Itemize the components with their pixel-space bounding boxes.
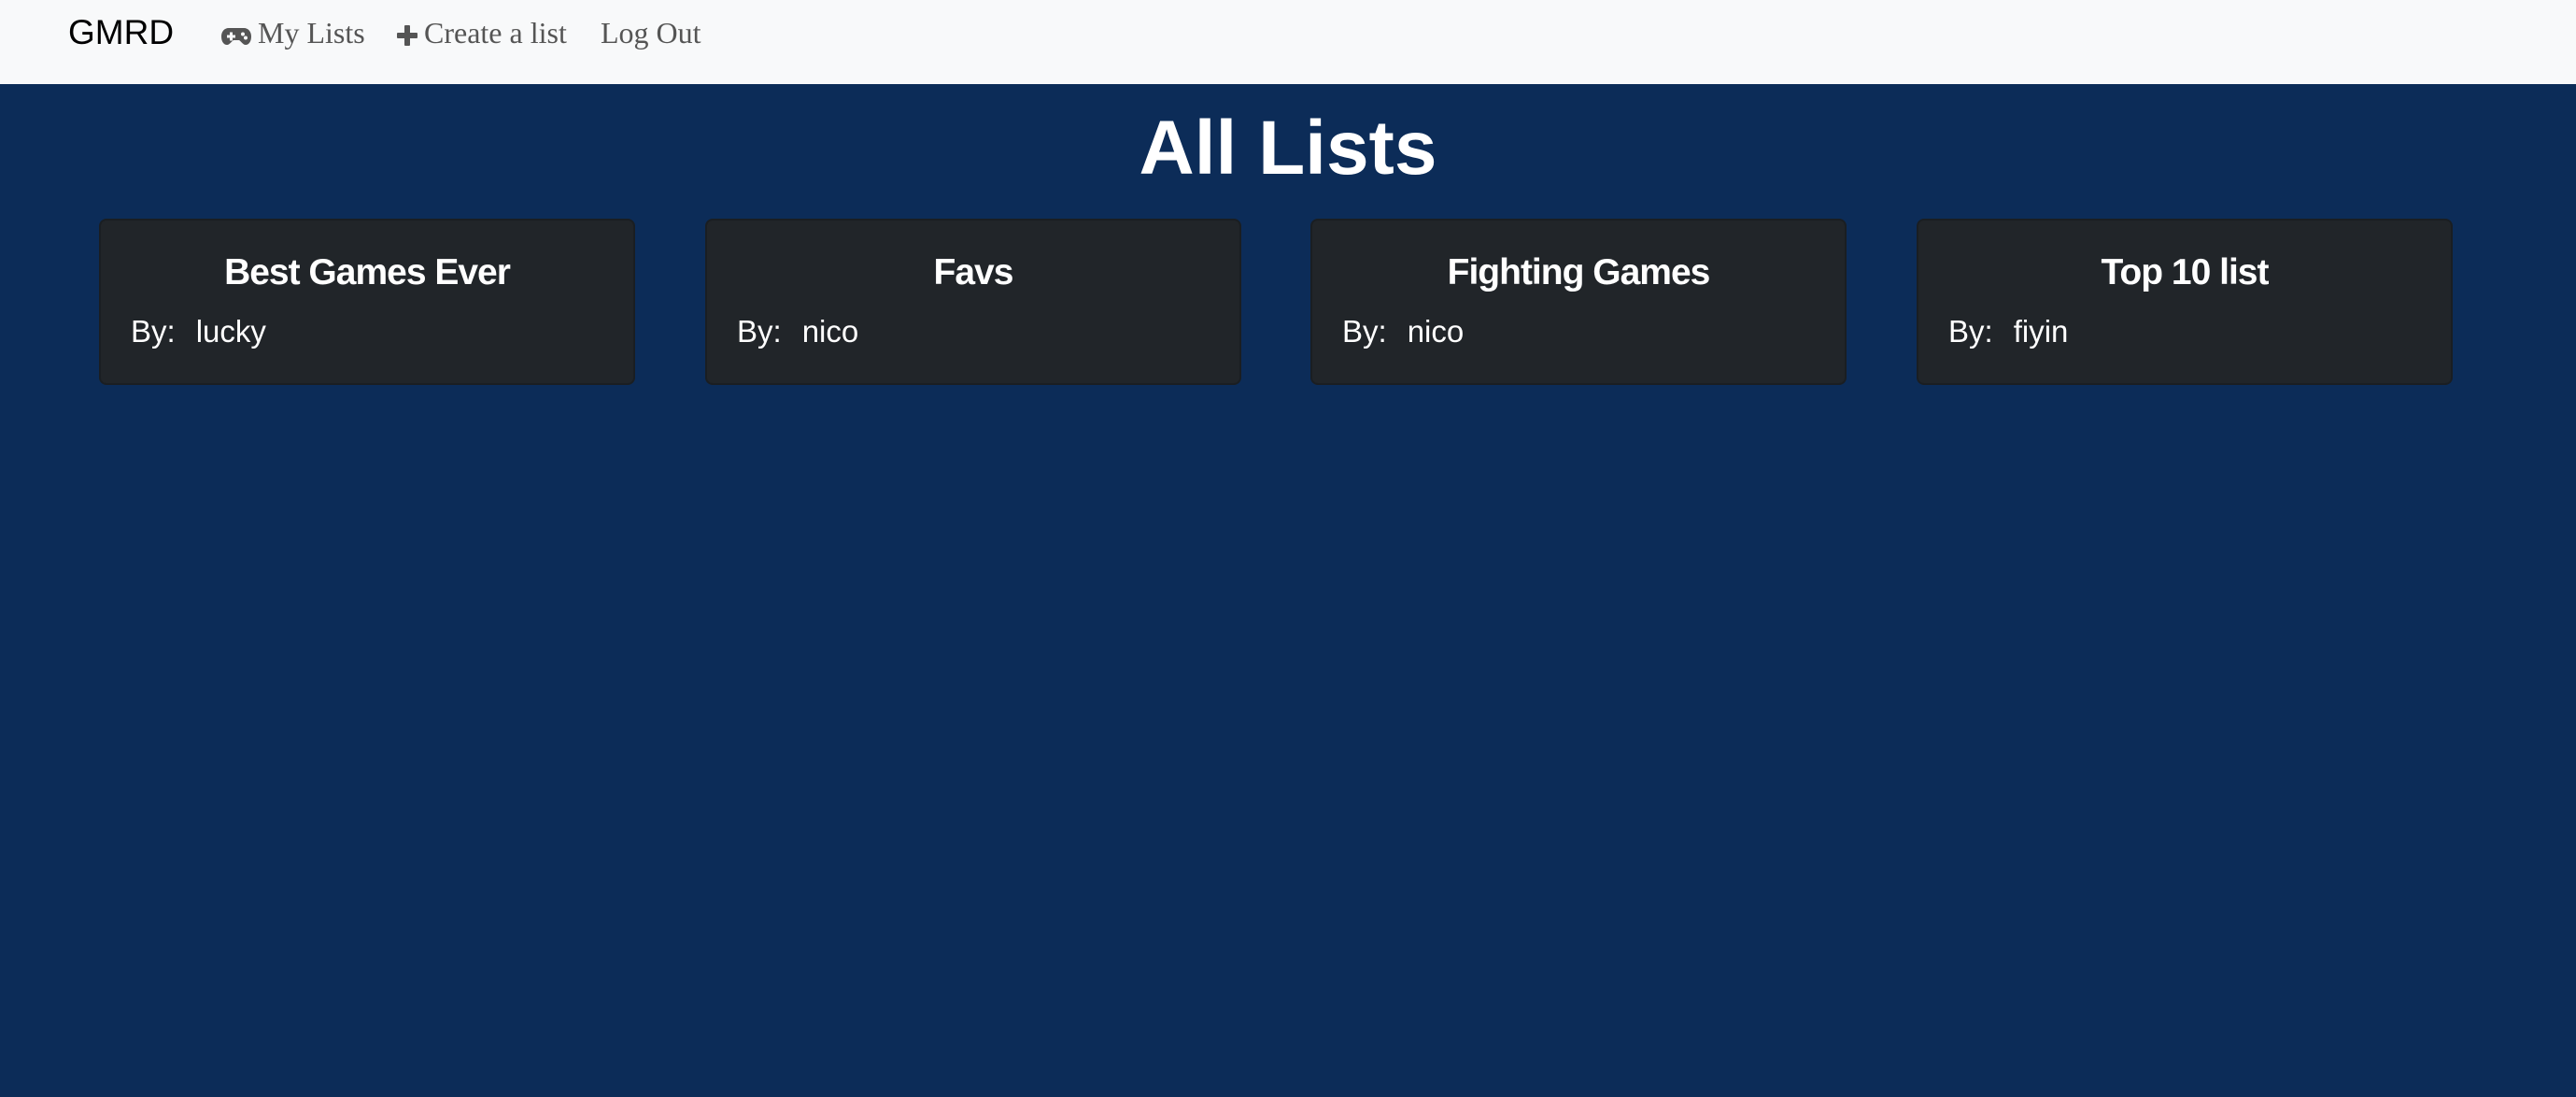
brand-link[interactable]: GMRD	[68, 11, 174, 54]
plus-icon	[396, 17, 418, 56]
list-card-title: Favs	[933, 252, 1014, 292]
list-card-title: Best Games Ever	[224, 252, 511, 292]
list-card[interactable]: Top 10 list By: fiyin	[1917, 219, 2453, 385]
list-card-author-row: By: fiyin	[1948, 312, 2068, 351]
list-card-author-row: By: nico	[1342, 312, 1464, 351]
list-card[interactable]: Favs By: nico	[705, 219, 1241, 385]
author-name: lucky	[195, 314, 266, 349]
list-card[interactable]: Fighting Games By: nico	[1310, 219, 1847, 385]
author-name: nico	[1407, 314, 1465, 349]
nav-my-lists-link[interactable]: My Lists	[220, 13, 365, 56]
nav-log-out-link[interactable]: Log Out	[601, 13, 701, 52]
list-card-title: Fighting Games	[1447, 252, 1711, 292]
list-card-author-row: By: lucky	[131, 312, 266, 351]
by-label: By:	[1342, 314, 1387, 349]
nav-my-lists-label: My Lists	[258, 16, 365, 50]
by-label: By:	[1948, 314, 1993, 349]
list-card-title: Top 10 list	[2101, 252, 2270, 292]
page-title: All Lists	[1139, 106, 1437, 191]
navbar: GMRD My Lists Create a list Log Out	[0, 0, 2576, 84]
by-label: By:	[131, 314, 176, 349]
by-label: By:	[737, 314, 782, 349]
list-card-author-row: By: nico	[737, 312, 858, 351]
author-name: nico	[801, 314, 859, 349]
nav-create-list-link[interactable]: Create a list	[396, 13, 567, 56]
gamepad-icon	[220, 17, 252, 56]
list-card[interactable]: Best Games Ever By: lucky	[99, 219, 635, 385]
nav-create-list-label: Create a list	[424, 16, 567, 50]
author-name: fiyin	[2013, 314, 2069, 349]
